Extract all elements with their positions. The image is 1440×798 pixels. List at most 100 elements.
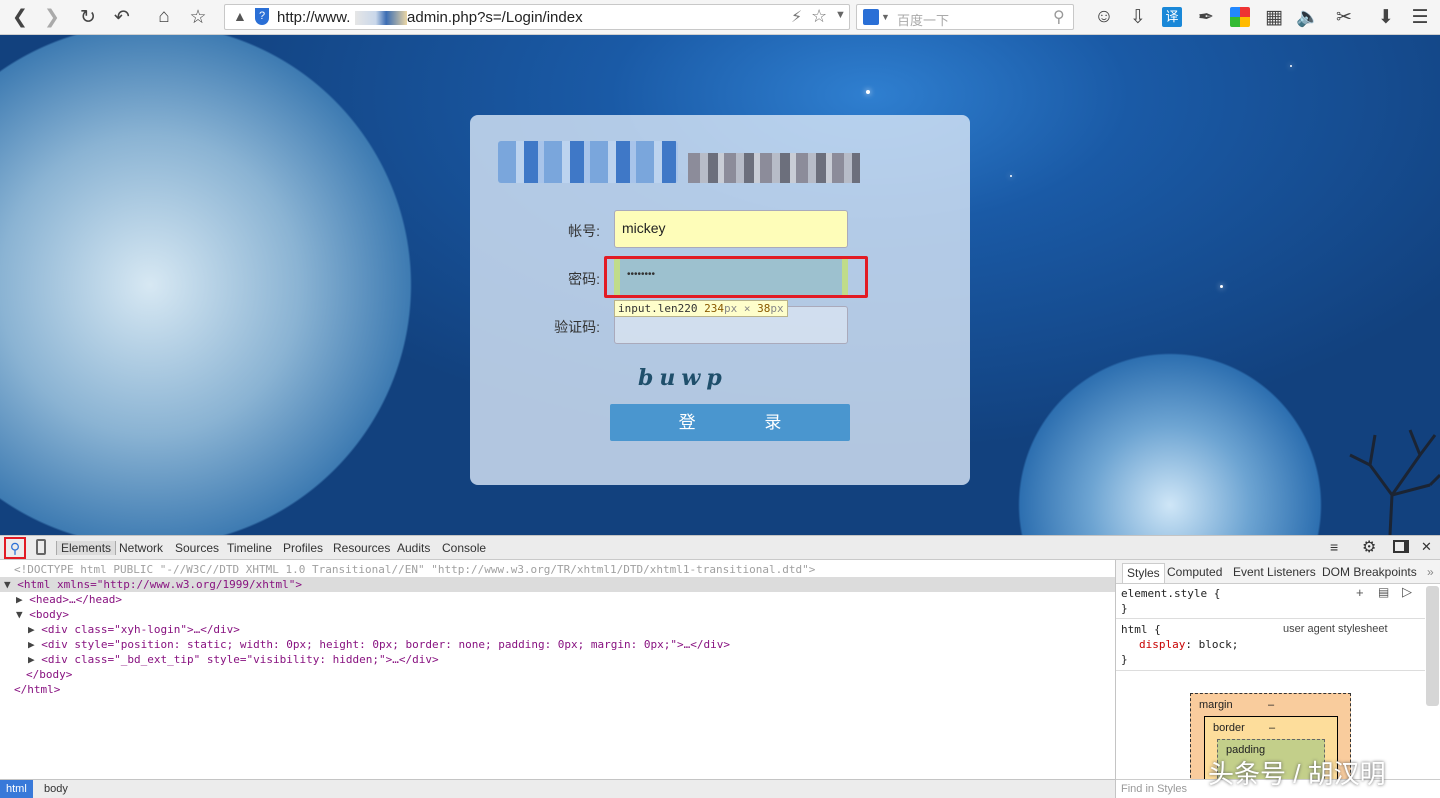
dom-body-tag: <body>	[29, 608, 69, 621]
speaker-icon[interactable]: 🔈	[1294, 3, 1322, 31]
elements-panel: <!DOCTYPE html PUBLIC "-//W3C//DTD XHTML…	[0, 560, 1115, 779]
tree-silhouette	[1349, 429, 1440, 535]
tab-console[interactable]: Console	[442, 541, 486, 555]
bookmark-star-icon[interactable]: ☆	[811, 6, 827, 27]
dom-html-close[interactable]: </html>	[14, 682, 60, 697]
element-style-selector[interactable]: element.style {	[1121, 587, 1220, 600]
download-manager-icon[interactable]: ⇩	[1124, 3, 1152, 31]
captcha-image[interactable]: buwp	[638, 365, 728, 391]
site-subtitle-blurred	[688, 153, 860, 183]
tab-timeline[interactable]: Timeline	[227, 541, 272, 555]
dom-body-open[interactable]: ▼ <body>	[16, 607, 69, 622]
dom-body-close[interactable]: </body>	[26, 667, 72, 682]
forward-icon[interactable]: ❯	[38, 3, 66, 31]
dom-doctype[interactable]: <!DOCTYPE html PUBLIC "-//W3C//DTD XHTML…	[14, 562, 815, 577]
captcha-label: 验证码:	[554, 319, 600, 335]
username-label: 帐号:	[568, 223, 600, 239]
breadcrumb: html body	[0, 779, 1115, 798]
collapsed-triangle-icon[interactable]: ▶	[28, 653, 35, 666]
collapsed-triangle-icon[interactable]: ▶	[28, 623, 35, 636]
expand-triangle-icon[interactable]: ▼	[4, 578, 11, 591]
find-in-styles-input[interactable]: Find in Styles	[1121, 783, 1187, 795]
dock-icon[interactable]	[1393, 540, 1409, 553]
tab-resources[interactable]: Resources	[333, 541, 390, 555]
search-placeholder: 百度一下	[897, 13, 950, 28]
tooltip-height: 38	[757, 302, 771, 315]
more-tabs-icon[interactable]: »	[1427, 565, 1434, 579]
username-input[interactable]: mickey	[614, 210, 848, 248]
tab-network[interactable]: Network	[119, 541, 163, 555]
baidu-icon	[863, 9, 879, 25]
search-icon[interactable]: ⚲	[1053, 7, 1065, 27]
apps-color-icon[interactable]	[1230, 7, 1250, 27]
margin-top-value[interactable]: –	[1268, 699, 1274, 711]
rocket-icon: ▲	[233, 8, 247, 24]
star-icon[interactable]: ☆	[184, 3, 212, 31]
menu-icon[interactable]: ☰	[1406, 3, 1434, 31]
login-panel: 帐号: mickey 密码: •••••••• 验证码: input.len22…	[470, 115, 970, 485]
rule-divider	[1116, 670, 1425, 671]
dropdown-icon[interactable]: ▼	[835, 9, 846, 21]
tab-computed[interactable]: Computed	[1167, 565, 1222, 579]
save-icon[interactable]: ⬇	[1372, 3, 1400, 31]
dom-div-static-tag: <div style="position: static; width: 0px…	[41, 638, 730, 651]
settings-gear-icon[interactable]: ⚙	[1362, 537, 1376, 557]
search-box[interactable]: ▼ 百度一下 ⚲	[856, 4, 1074, 30]
html-rule-selector[interactable]: html {	[1121, 623, 1161, 636]
login-button[interactable]: 登 录	[610, 404, 850, 441]
tooltip-unit: px	[723, 302, 738, 315]
grid-icon[interactable]: ▦	[1260, 3, 1288, 31]
site-logo	[498, 141, 678, 183]
chat-icon[interactable]: ☺	[1090, 3, 1118, 31]
star-glow	[866, 90, 870, 94]
expand-triangle-icon[interactable]: ▼	[16, 608, 23, 621]
dom-div-static[interactable]: ▶ <div style="position: static; width: 0…	[28, 637, 730, 652]
dom-div-login-tag: <div class="xyh-login">…</div>	[41, 623, 240, 636]
collapsed-triangle-icon[interactable]: ▶	[16, 593, 23, 606]
border-top-value[interactable]: –	[1269, 722, 1275, 734]
styles-scrollbar[interactable]	[1426, 586, 1439, 706]
breadcrumb-html[interactable]: html	[0, 780, 33, 798]
tab-dom-breakpoints[interactable]: DOM Breakpoints	[1322, 565, 1417, 579]
console-drawer-icon[interactable]: ≡	[1330, 539, 1338, 555]
tab-profiles[interactable]: Profiles	[283, 541, 323, 555]
dom-html-tag: <html xmlns="http://www.w3.org/1999/xhtm…	[17, 578, 303, 591]
reload-icon[interactable]: ↻	[74, 3, 102, 31]
browser-toolbar: ❮ ❯ ↻ ↶ ⌂ ☆ ▲ ? http://www. .com/miadmin…	[0, 0, 1440, 35]
dom-head[interactable]: ▶ <head>…</head>	[16, 592, 122, 607]
device-mode-icon[interactable]	[36, 539, 46, 555]
devtools-tabbar: ⚲ Elements Network Sources Timeline Prof…	[0, 535, 1440, 560]
inspect-element-icon[interactable]: ⚲	[4, 537, 26, 559]
collapsed-triangle-icon[interactable]: ▶	[28, 638, 35, 651]
watermark: 头条号 / 胡汉明	[1208, 759, 1386, 789]
tooltip-selector: input.len220	[618, 302, 698, 315]
tab-styles[interactable]: Styles	[1122, 563, 1165, 583]
tab-sources[interactable]: Sources	[175, 541, 219, 555]
undo-icon[interactable]: ↶	[108, 3, 136, 31]
dom-html-open[interactable]: ▼ <html xmlns="http://www.w3.org/1999/xh…	[0, 577, 1115, 592]
tooltip-times: ×	[743, 302, 751, 315]
handwriting-icon[interactable]: ✒	[1192, 3, 1220, 31]
dom-div-login[interactable]: ▶ <div class="xyh-login">…</div>	[28, 622, 240, 637]
tab-event-listeners[interactable]: Event Listeners	[1233, 565, 1316, 579]
lightning-icon[interactable]: ⚡	[791, 7, 802, 27]
home-icon[interactable]: ⌂	[150, 3, 178, 31]
animation-icon[interactable]: ▷	[1402, 584, 1412, 600]
close-devtools-icon[interactable]: ✕	[1421, 539, 1432, 555]
translate-icon[interactable]: 译	[1162, 7, 1182, 27]
back-icon[interactable]: ❮	[6, 3, 34, 31]
address-bar[interactable]: ▲ ? http://www. .com/miadmin.php?s=/Logi…	[224, 4, 850, 30]
password-label: 密码:	[568, 271, 600, 287]
element-state-icon[interactable]: ▤	[1378, 585, 1389, 599]
breadcrumb-body[interactable]: body	[44, 780, 68, 798]
shield-icon: ?	[255, 8, 269, 25]
tab-elements[interactable]: Elements	[56, 541, 117, 555]
tab-audits[interactable]: Audits	[397, 541, 430, 555]
styles-tabbar: Styles Computed Event Listeners DOM Brea…	[1116, 560, 1440, 584]
dom-div-tip[interactable]: ▶ <div class="_bd_ext_tip" style="visibi…	[28, 652, 439, 667]
star-glow	[1220, 285, 1223, 288]
css-property-line[interactable]: display: block;	[1139, 638, 1238, 651]
add-rule-icon[interactable]: +	[1356, 585, 1364, 600]
engine-dropdown-icon[interactable]: ▼	[881, 12, 890, 22]
scissors-icon[interactable]: ✂	[1330, 3, 1358, 31]
